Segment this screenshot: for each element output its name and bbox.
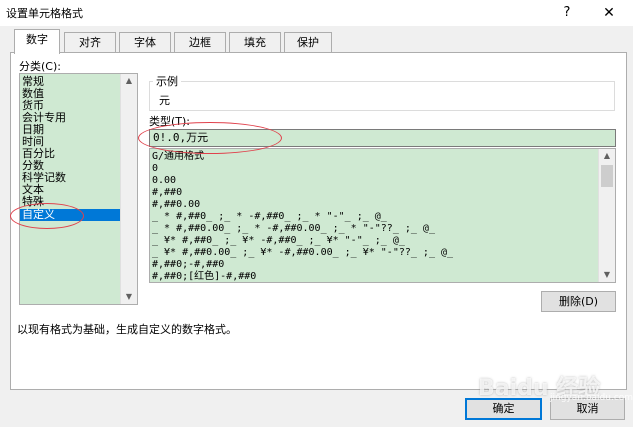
type-label: 类型(T): bbox=[149, 115, 191, 128]
type-input[interactable]: 0!.0,万元 bbox=[149, 129, 616, 147]
tab-protection[interactable]: 保护 bbox=[284, 32, 332, 53]
tab-border[interactable]: 边框 bbox=[174, 32, 226, 53]
format-list[interactable]: G/通用格式 0 0.00 #,##0 #,##0.00 _ * #,##0_ … bbox=[149, 148, 616, 283]
category-item[interactable]: 特殊 bbox=[22, 196, 44, 208]
help-button[interactable]: ? bbox=[556, 3, 578, 23]
sample-label: 示例 bbox=[153, 73, 181, 89]
delete-button[interactable]: 删除(D) bbox=[541, 291, 616, 312]
format-item[interactable]: #,##0;-#,##0 bbox=[152, 259, 224, 271]
scroll-down-icon[interactable]: ▼ bbox=[121, 290, 137, 304]
title-bar: 设置单元格格式 ? ✕ bbox=[0, 0, 633, 26]
format-item[interactable]: _ ¥* #,##0_ ;_ ¥* -#,##0_ ;_ ¥* "-"_ ;_ … bbox=[152, 235, 405, 247]
format-item[interactable]: _ ¥* #,##0.00_ ;_ ¥* -#,##0.00_ ;_ ¥* "-… bbox=[152, 247, 453, 259]
format-item[interactable]: 0 bbox=[152, 163, 158, 175]
description-text: 以现有格式为基础，生成自定义的数字格式。 bbox=[17, 323, 237, 336]
format-item[interactable]: 0.00 bbox=[152, 175, 176, 187]
format-item[interactable]: #,##0;[红色]-#,##0 bbox=[152, 271, 256, 282]
scroll-down-icon[interactable]: ▼ bbox=[599, 268, 615, 282]
tab-alignment[interactable]: 对齐 bbox=[64, 32, 116, 53]
format-item[interactable]: #,##0.00 bbox=[152, 199, 200, 211]
scroll-up-icon[interactable]: ▲ bbox=[121, 74, 137, 88]
format-item[interactable]: _ * #,##0_ ;_ * -#,##0_ ;_ * "-"_ ;_ @_ bbox=[152, 211, 387, 223]
tab-font[interactable]: 字体 bbox=[119, 32, 171, 53]
scroll-up-icon[interactable]: ▲ bbox=[599, 149, 615, 163]
sample-value: 元 bbox=[159, 94, 170, 107]
format-item[interactable]: G/通用格式 bbox=[152, 151, 204, 163]
scroll-thumb[interactable] bbox=[601, 165, 613, 187]
close-icon[interactable]: ✕ bbox=[596, 3, 622, 23]
format-item[interactable]: _ * #,##0.00_ ;_ * -#,##0.00_ ;_ * "-"??… bbox=[152, 223, 435, 235]
category-scrollbar[interactable]: ▲ ▼ bbox=[120, 74, 137, 304]
tab-number[interactable]: 数字 bbox=[14, 29, 60, 54]
category-list[interactable]: 常规 数值 货币 会计专用 日期 时间 百分比 分数 科学记数 文本 特殊 自定… bbox=[19, 73, 138, 305]
watermark-url: jingyan.baidu.com bbox=[550, 393, 633, 403]
category-item-selected[interactable]: 自定义 bbox=[20, 209, 122, 221]
sample-group bbox=[149, 81, 615, 111]
category-label: 分类(C): bbox=[19, 60, 61, 73]
tab-fill[interactable]: 填充 bbox=[229, 32, 281, 53]
number-tab-panel: 分类(C): 常规 数值 货币 会计专用 日期 时间 百分比 分数 科学记数 文… bbox=[10, 52, 627, 390]
format-item[interactable]: #,##0 bbox=[152, 187, 182, 199]
format-scrollbar[interactable]: ▲ ▼ bbox=[598, 149, 615, 282]
window-title: 设置单元格格式 bbox=[6, 7, 83, 20]
